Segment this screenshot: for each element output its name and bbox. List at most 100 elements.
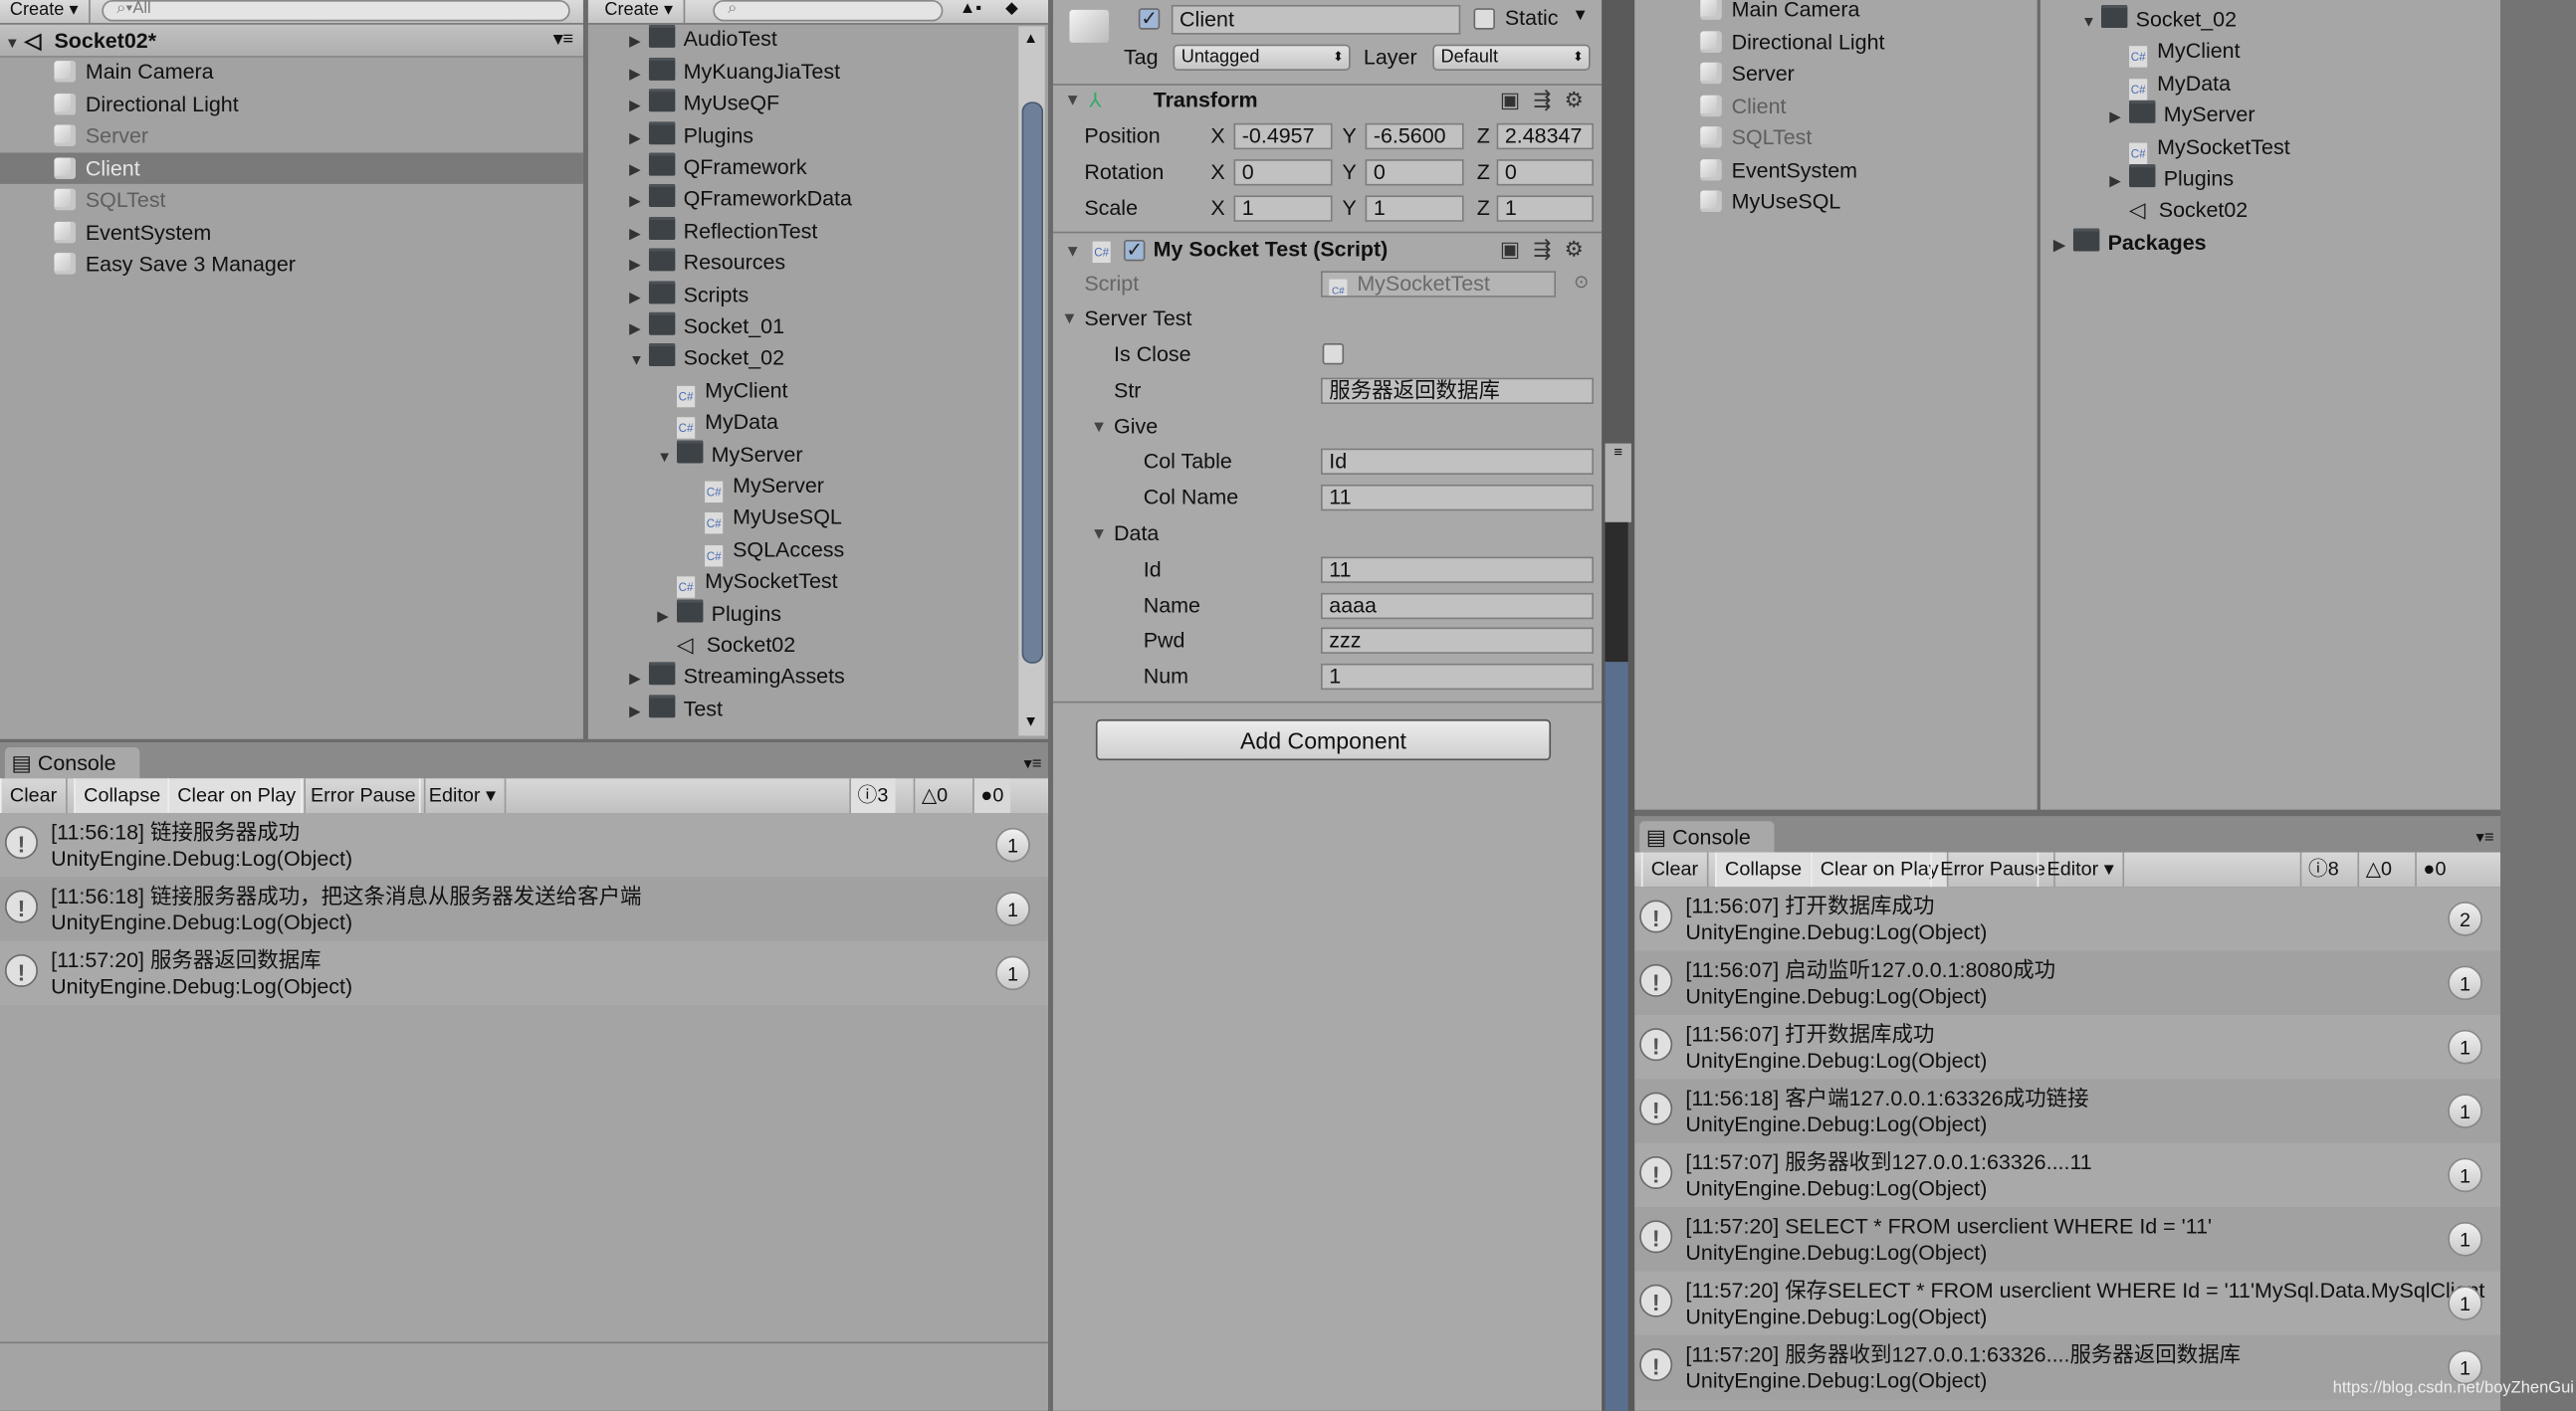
- collapsed-triangle-icon[interactable]: ▶: [629, 27, 649, 59]
- active-checkbox[interactable]: ✓: [1138, 8, 1161, 30]
- project-item[interactable]: ▶ QFramework: [588, 151, 1018, 183]
- console-entry[interactable]: ! [11:56:07] 打开数据库成功 UnityEngine.Debug:Log…: [1634, 887, 2501, 951]
- error-count-toggle[interactable]: ●0: [2415, 852, 2453, 888]
- expanded-triangle-icon[interactable]: ▼: [657, 441, 677, 473]
- project-item[interactable]: ◁ Socket02: [2040, 194, 2500, 226]
- hierarchy-item[interactable]: Server: [1634, 58, 2037, 90]
- filter-by-label-icon[interactable]: ◆: [1005, 0, 1018, 18]
- server-test-foldout-icon[interactable]: ▼: [1061, 310, 1077, 328]
- rotation-z-input[interactable]: 0: [1496, 159, 1594, 186]
- hierarchy-item[interactable]: EventSystem: [1634, 153, 2037, 185]
- project-item[interactable]: C# MySocketTest: [588, 565, 1018, 599]
- clear-button[interactable]: Clear: [0, 778, 68, 813]
- num-input[interactable]: 1: [1321, 663, 1594, 691]
- project-item[interactable]: ▶ Socket_01: [588, 310, 1018, 342]
- collapsed-triangle-icon[interactable]: ▶: [629, 59, 649, 91]
- info-count-toggle[interactable]: ⓘ3: [849, 778, 896, 813]
- console-entry[interactable]: ! [11:56:07] 打开数据库成功 UnityEngine.Debug:Log…: [1634, 1015, 2501, 1080]
- scroll-up-icon[interactable]: ▲: [1023, 30, 1038, 47]
- filter-by-type-icon[interactable]: ▲▪: [960, 0, 981, 18]
- project-item[interactable]: ▶ Test: [588, 693, 1018, 724]
- add-component-button[interactable]: Add Component: [1095, 718, 1552, 761]
- project-scrollbar[interactable]: ▲ ▼: [1018, 26, 1045, 736]
- console-tab[interactable]: ▤ Console: [1639, 821, 1775, 853]
- project-item[interactable]: ▶ Plugins: [588, 119, 1018, 151]
- project-item[interactable]: ▶ MyUseQF: [588, 88, 1018, 119]
- console-entry[interactable]: ! [11:56:18] 客户端127.0.0.1:63326成功链接 UnityE…: [1634, 1079, 2501, 1143]
- gear-icon[interactable]: ⚙: [1565, 87, 1597, 111]
- hierarchy-item[interactable]: MyUseSQL: [1634, 186, 2037, 218]
- project-item[interactable]: ▶ ReflectionTest: [588, 215, 1018, 247]
- object-name-input[interactable]: Client: [1171, 4, 1461, 35]
- project-item[interactable]: C# SQLAccess: [588, 533, 1018, 567]
- scale-y-input[interactable]: 1: [1365, 195, 1464, 222]
- hierarchy-search-input[interactable]: ⌕▾All: [102, 0, 570, 22]
- help-icon[interactable]: ▣: [1500, 237, 1534, 262]
- collapsed-triangle-icon[interactable]: ▶: [629, 154, 649, 186]
- project-item[interactable]: ▶ Plugins: [2040, 162, 2500, 194]
- console-entry[interactable]: ! [11:57:20] 保存SELECT * FROM userclient W…: [1634, 1271, 2501, 1335]
- give-foldout-icon[interactable]: ▼: [1091, 419, 1107, 437]
- warning-count-toggle[interactable]: △0: [2357, 852, 2398, 888]
- str-input[interactable]: 服务器返回数据库: [1321, 377, 1594, 405]
- project-item[interactable]: ▼ Socket_02: [588, 342, 1018, 374]
- position-z-input[interactable]: 2.48347: [1496, 122, 1594, 150]
- panel-menu-icon[interactable]: ▾≡: [1023, 755, 1041, 773]
- project-item[interactable]: ▼ Socket_02: [2040, 3, 2500, 35]
- help-icon[interactable]: ▣: [1500, 87, 1534, 111]
- object-picker-icon[interactable]: ⊙: [1574, 271, 1589, 293]
- scale-z-input[interactable]: 1: [1496, 195, 1594, 222]
- project-item[interactable]: ◁ Socket02: [588, 629, 1018, 661]
- hierarchy-item[interactable]: SQLTest: [0, 184, 583, 216]
- project-item[interactable]: ▼ MyServer: [588, 438, 1018, 470]
- create-button[interactable]: Create ▾: [0, 0, 91, 24]
- project-item[interactable]: ▶ QFrameworkData: [588, 183, 1018, 215]
- create-button[interactable]: Create ▾: [594, 0, 685, 24]
- hierarchy-item[interactable]: Directional Light: [0, 88, 583, 119]
- col-table-input[interactable]: Id: [1321, 448, 1594, 475]
- panel-menu-icon[interactable]: ≡: [1605, 443, 1631, 522]
- script-foldout-icon[interactable]: ▼: [1065, 243, 1081, 261]
- data-foldout-icon[interactable]: ▼: [1091, 525, 1107, 543]
- editor-dropdown[interactable]: Editor ▾: [418, 778, 506, 813]
- collapsed-triangle-icon[interactable]: ▶: [629, 122, 649, 154]
- collapse-button[interactable]: Collapse: [74, 778, 171, 813]
- script-enabled-checkbox[interactable]: ✓: [1123, 239, 1146, 262]
- id-input[interactable]: 11: [1321, 556, 1594, 583]
- scene-header[interactable]: ▼ ◁ Socket02* ▾≡: [0, 24, 583, 58]
- info-count-toggle[interactable]: ⓘ8: [2299, 852, 2346, 888]
- rotation-y-input[interactable]: 0: [1365, 159, 1464, 186]
- project-item[interactable]: C# MyUseSQL: [588, 502, 1018, 535]
- menu-icon[interactable]: ▾≡: [553, 25, 573, 56]
- collapsed-triangle-icon[interactable]: ▶: [629, 186, 649, 218]
- project-search-input[interactable]: ⌕: [713, 0, 944, 22]
- collapsed-triangle-icon[interactable]: ▶: [629, 250, 649, 282]
- pwd-input[interactable]: zzz: [1321, 627, 1594, 654]
- warning-count-toggle[interactable]: △0: [913, 778, 955, 813]
- project-item[interactable]: ▶ StreamingAssets: [588, 661, 1018, 693]
- editor-dropdown[interactable]: Editor ▾: [2037, 852, 2124, 888]
- project-item[interactable]: C# MyClient: [588, 374, 1018, 407]
- error-pause-button[interactable]: Error Pause: [301, 778, 426, 813]
- collapsed-triangle-icon[interactable]: ▶: [2109, 102, 2129, 134]
- collapsed-triangle-icon[interactable]: ▶: [629, 91, 649, 122]
- layer-dropdown[interactable]: Default ⬍: [1432, 44, 1591, 71]
- static-checkbox[interactable]: [1473, 8, 1495, 30]
- hierarchy-item[interactable]: Main Camera: [0, 56, 583, 88]
- project-item[interactable]: ▶ Plugins: [588, 597, 1018, 629]
- rotation-x-input[interactable]: 0: [1233, 159, 1333, 186]
- clear-on-play-button[interactable]: Clear on Play: [167, 778, 307, 813]
- hierarchy-item[interactable]: Main Camera: [1634, 0, 2037, 26]
- console-entry[interactable]: ! [11:57:20] SELECT * FROM userclient WHE…: [1634, 1207, 2501, 1272]
- project-item[interactable]: ▶ MyServer: [2040, 99, 2500, 130]
- col-name-input[interactable]: 11: [1321, 484, 1594, 511]
- project-item[interactable]: C# MySocketTest: [2040, 130, 2500, 164]
- collapsed-triangle-icon[interactable]: ▶: [629, 696, 649, 727]
- console-entry[interactable]: ! [11:57:07] 服务器收到127.0.0.1:63326....11 Un…: [1634, 1142, 2501, 1208]
- clear-button[interactable]: Clear: [1640, 852, 1709, 888]
- project-item[interactable]: C# MyData: [2040, 67, 2500, 101]
- position-y-input[interactable]: -6.5600: [1365, 122, 1464, 150]
- project-item[interactable]: ▶ Scripts: [588, 279, 1018, 310]
- preset-icon[interactable]: ⇶: [1533, 87, 1564, 111]
- console-tab[interactable]: ▤ Console: [4, 746, 140, 779]
